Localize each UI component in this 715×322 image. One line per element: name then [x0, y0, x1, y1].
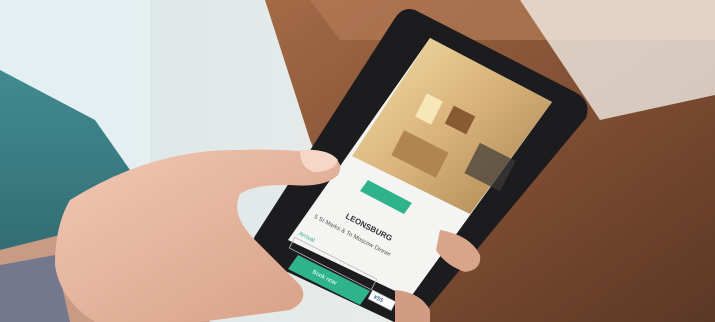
photo-scene: LEONSBURG 5 St Marks & To Moscow Dinner … [0, 0, 715, 322]
scene-illustration: LEONSBURG 5 St Marks & To Moscow Dinner … [0, 0, 715, 322]
